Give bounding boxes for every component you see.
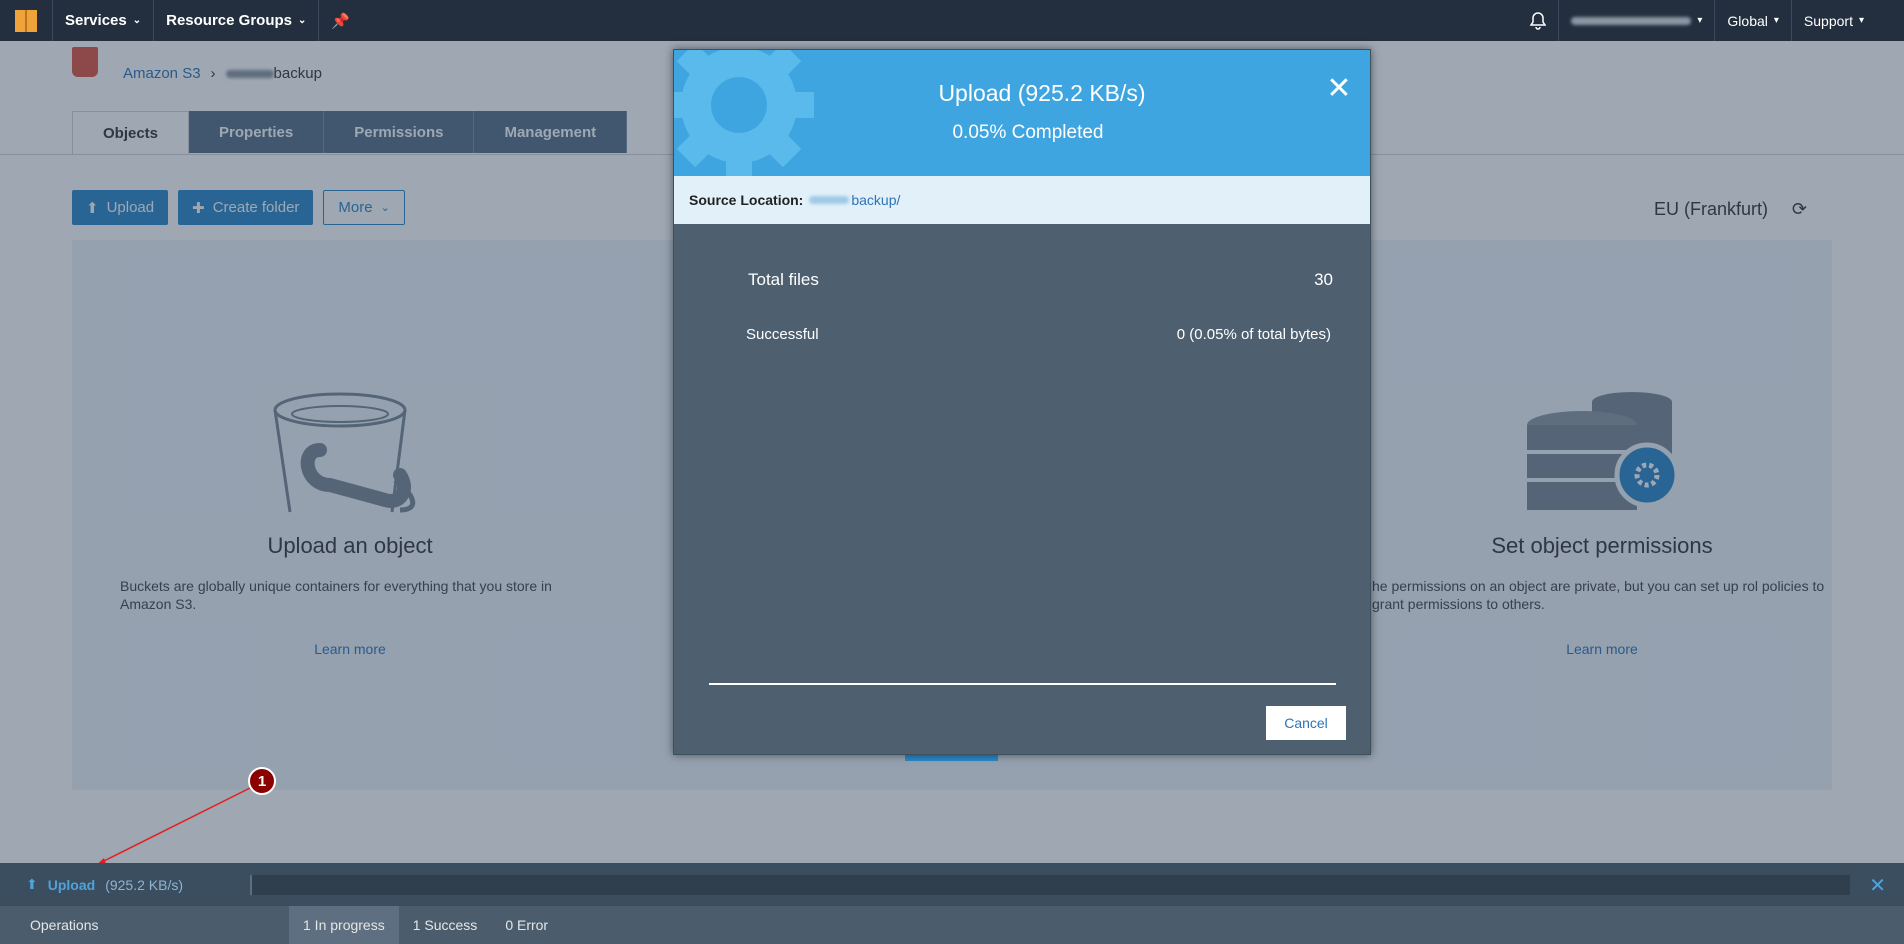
upload-progress-bar	[709, 683, 1336, 685]
bell-icon	[1530, 11, 1547, 30]
operation-row: ⬆ Upload (925.2 KB/s) ✕	[0, 863, 1904, 906]
total-files-row: Total files 30	[748, 270, 1333, 290]
dialog-title: Upload (925.2 KB/s)	[938, 80, 1146, 106]
region-menu[interactable]: Global ▾	[1715, 0, 1791, 41]
source-path-redacted	[809, 196, 850, 204]
aws-logo[interactable]	[0, 0, 52, 41]
operations-footer: Operations 1 In progress 1 Success 0 Err…	[0, 906, 1904, 944]
services-label: Services	[65, 12, 127, 29]
successful-label: Successful	[746, 326, 819, 343]
close-icon[interactable]: ✕	[1326, 74, 1352, 104]
cube-icon	[15, 9, 37, 32]
chevron-down-icon: ⌄	[132, 15, 142, 26]
close-icon[interactable]: ✕	[1869, 873, 1886, 898]
source-location-value: backup/	[851, 192, 901, 208]
services-menu[interactable]: Services ⌄	[53, 0, 153, 41]
support-menu[interactable]: Support ▾	[1792, 0, 1904, 41]
operations-panel: ⬆ Upload (925.2 KB/s) ✕ Operations 1 In …	[0, 863, 1904, 944]
tab-success[interactable]: 1 Success	[399, 906, 492, 944]
resource-groups-menu[interactable]: Resource Groups ⌄	[154, 0, 318, 41]
successful-value: 0 (0.05% of total bytes)	[1176, 326, 1331, 343]
chevron-down-icon: ▾	[1773, 15, 1779, 26]
hidden-tab-indicator	[905, 755, 998, 761]
source-location-link[interactable]: backup/	[809, 192, 900, 208]
tab-error[interactable]: 0 Error	[491, 906, 562, 944]
upload-icon: ⬆	[26, 876, 38, 892]
cancel-button[interactable]: Cancel	[1266, 706, 1346, 740]
total-files-value: 30	[1314, 270, 1333, 289]
operations-label: Operations	[30, 917, 99, 933]
source-location-bar: Source Location: backup/	[674, 176, 1370, 224]
pin-button[interactable]: 📌	[319, 0, 362, 41]
operation-upload-speed: (925.2 KB/s)	[105, 876, 184, 893]
dialog-progress-percent: 0.05% Completed	[952, 122, 1104, 143]
gear-icon	[674, 50, 814, 176]
region-menu-label: Global	[1727, 12, 1768, 29]
total-files-label: Total files	[748, 270, 819, 289]
annotation-marker: 1	[248, 767, 276, 795]
successful-row: Successful 0 (0.05% of total bytes)	[746, 326, 1331, 343]
dialog-header: Upload (925.2 KB/s) 0.05% Completed ✕	[674, 50, 1370, 176]
chevron-down-icon: ▾	[1697, 15, 1703, 26]
account-name-redacted	[1571, 16, 1692, 25]
chevron-down-icon: ⌄	[298, 15, 307, 26]
notifications-button[interactable]	[1518, 0, 1558, 41]
upload-progress-dialog: Upload (925.2 KB/s) 0.05% Completed ✕ So…	[673, 49, 1371, 755]
support-menu-label: Support	[1803, 12, 1853, 29]
resource-groups-label: Resource Groups	[166, 12, 292, 29]
account-menu[interactable]: ▾	[1559, 0, 1714, 41]
operation-upload[interactable]: ⬆ Upload (925.2 KB/s)	[0, 876, 250, 893]
chevron-down-icon: ▾	[1858, 15, 1864, 26]
operation-upload-label: Upload	[47, 876, 96, 893]
tab-in-progress[interactable]: 1 In progress	[289, 906, 399, 944]
pin-icon: 📌	[331, 12, 351, 30]
operation-progress-bar	[250, 875, 1850, 895]
source-location-label: Source Location:	[689, 192, 804, 208]
top-nav: Services ⌄ Resource Groups ⌄ 📌 ▾ Global …	[0, 0, 1904, 41]
